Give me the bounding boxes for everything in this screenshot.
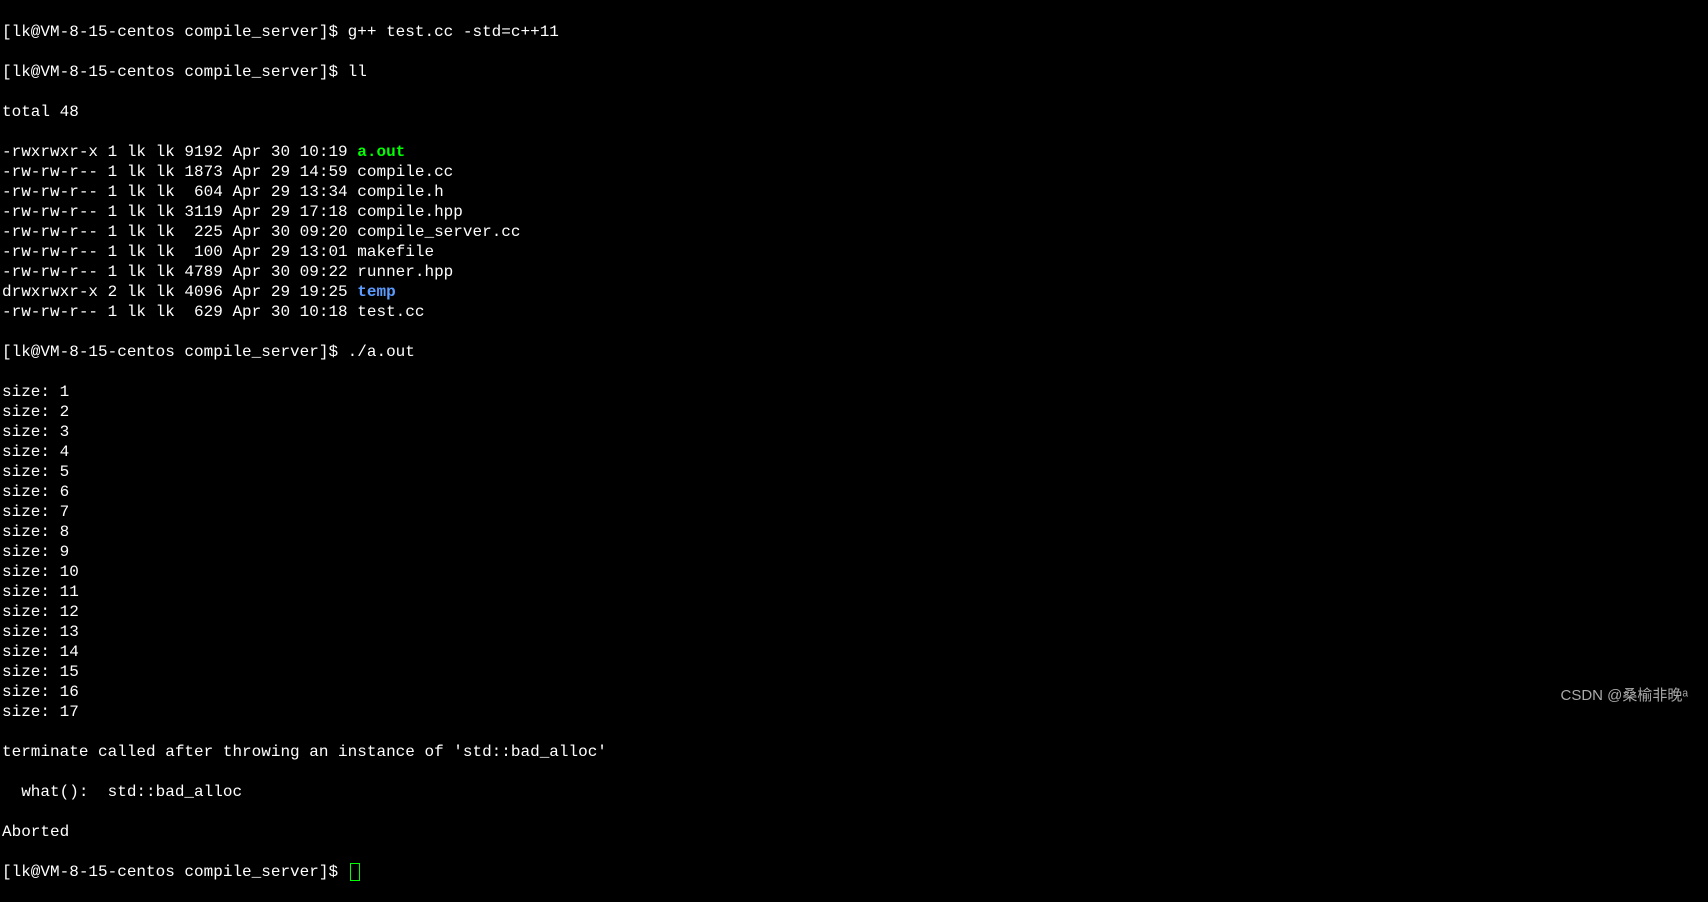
file-row: -rw-rw-r-- 1 lk lk 225 Apr 30 09:20 comp… (2, 222, 1706, 242)
output-line: size: 13 (2, 622, 1706, 642)
output-line: size: 8 (2, 522, 1706, 542)
file-name: makefile (357, 243, 434, 261)
terminal-output[interactable]: [lk@VM-8-15-centos compile_server]$ g++ … (2, 2, 1706, 902)
file-row: -rw-rw-r-- 1 lk lk 604 Apr 29 13:34 comp… (2, 182, 1706, 202)
output-line: size: 7 (2, 502, 1706, 522)
output-line: size: 16 (2, 682, 1706, 702)
file-name: compile.hpp (357, 203, 463, 221)
file-row: -rw-rw-r-- 1 lk lk 4789 Apr 30 09:22 run… (2, 262, 1706, 282)
output-line: size: 5 (2, 462, 1706, 482)
aborted-line: Aborted (2, 822, 1706, 842)
file-row: -rw-rw-r-- 1 lk lk 3119 Apr 29 17:18 com… (2, 202, 1706, 222)
command-text: g++ test.cc -std=c++11 (348, 23, 559, 41)
cursor-icon[interactable] (350, 863, 360, 881)
command-text: ./a.out (348, 343, 415, 361)
shell-prompt: [lk@VM-8-15-centos compile_server]$ (2, 23, 348, 41)
output-line: size: 10 (2, 562, 1706, 582)
command-text: ll (348, 63, 367, 81)
file-row: -rw-rw-r-- 1 lk lk 100 Apr 29 13:01 make… (2, 242, 1706, 262)
file-name: compile_server.cc (357, 223, 520, 241)
file-row: -rw-rw-r-- 1 lk lk 629 Apr 30 10:18 test… (2, 302, 1706, 322)
shell-prompt: [lk@VM-8-15-centos compile_server]$ (2, 63, 348, 81)
shell-prompt: [lk@VM-8-15-centos compile_server]$ (2, 863, 348, 881)
output-line: size: 9 (2, 542, 1706, 562)
file-name: a.out (357, 143, 405, 161)
file-name: compile.cc (357, 163, 453, 181)
error-line: terminate called after throwing an insta… (2, 742, 1706, 762)
file-listing: -rwxrwxr-x 1 lk lk 9192 Apr 30 10:19 a.o… (2, 142, 1706, 322)
file-name: test.cc (357, 303, 424, 321)
output-line: size: 15 (2, 662, 1706, 682)
output-line: size: 4 (2, 442, 1706, 462)
listing-total: total 48 (2, 102, 1706, 122)
output-line: size: 11 (2, 582, 1706, 602)
output-line: size: 3 (2, 422, 1706, 442)
output-line: size: 2 (2, 402, 1706, 422)
file-name: compile.h (357, 183, 443, 201)
file-name: runner.hpp (357, 263, 453, 281)
file-row: -rwxrwxr-x 1 lk lk 9192 Apr 30 10:19 a.o… (2, 142, 1706, 162)
shell-prompt: [lk@VM-8-15-centos compile_server]$ (2, 343, 348, 361)
output-line: size: 6 (2, 482, 1706, 502)
output-line: size: 12 (2, 602, 1706, 622)
output-line: size: 14 (2, 642, 1706, 662)
watermark-text: CSDN @桑榆非晚ᵃ (1561, 686, 1688, 706)
output-line: size: 17 (2, 702, 1706, 722)
error-line: what(): std::bad_alloc (2, 782, 1706, 802)
output-line: size: 1 (2, 382, 1706, 402)
program-output: size: 1size: 2size: 3size: 4size: 5size:… (2, 382, 1706, 722)
file-row: -rw-rw-r-- 1 lk lk 1873 Apr 29 14:59 com… (2, 162, 1706, 182)
file-name: temp (357, 283, 395, 301)
file-row: drwxrwxr-x 2 lk lk 4096 Apr 29 19:25 tem… (2, 282, 1706, 302)
